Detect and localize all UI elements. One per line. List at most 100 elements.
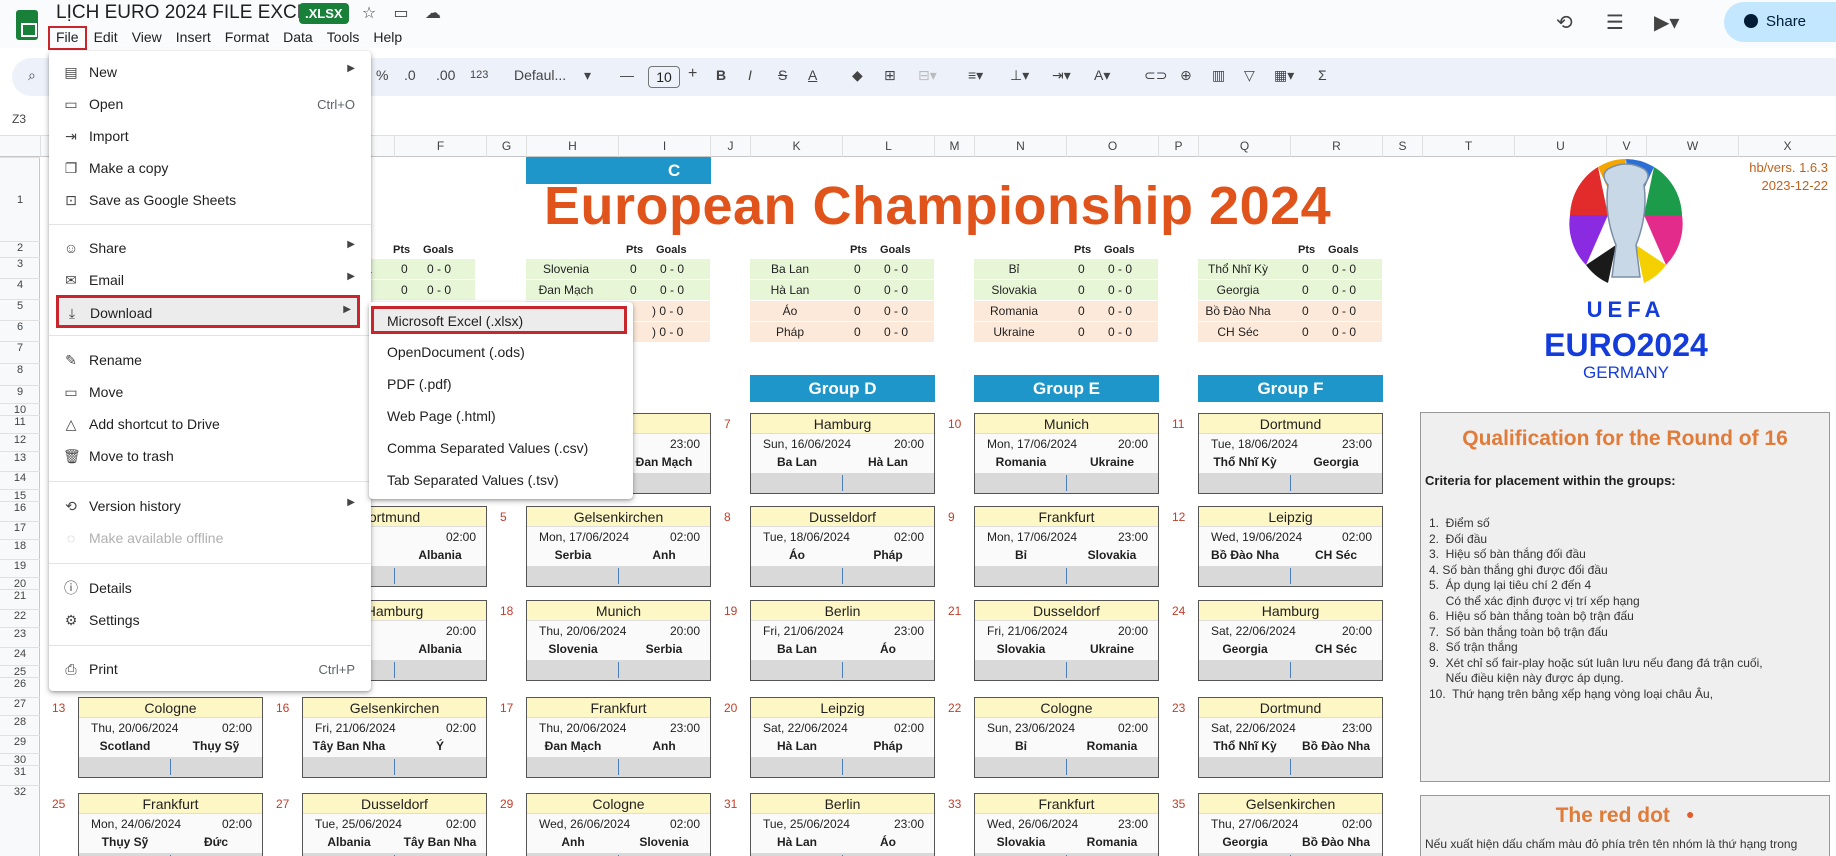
match-card[interactable]: Frankfurt Mon, 24/06/2024 02:00 Thụy Sỹ Đức [78, 793, 263, 856]
row-header[interactable]: 16 [0, 501, 40, 521]
row-header[interactable]: 5 [0, 299, 40, 320]
score-input-row[interactable] [527, 757, 710, 777]
increase-decimal-button[interactable]: .00 [436, 67, 455, 83]
merge-cells-icon[interactable]: ⊟▾ [918, 67, 937, 84]
search-menus-icon[interactable]: ⌕ [28, 67, 36, 84]
name-box[interactable]: Z3 [12, 112, 26, 126]
score-input-row[interactable] [975, 660, 1158, 680]
history-icon[interactable]: ⟲ [1556, 10, 1573, 35]
column-header[interactable]: M [934, 136, 974, 157]
decrease-font-button[interactable]: — [620, 67, 634, 83]
menu-item-print[interactable]: ⎙ Print Ctrl+P [49, 654, 371, 684]
meet-icon[interactable]: ▶▾ [1654, 10, 1679, 35]
score-input-row[interactable] [1199, 473, 1382, 493]
match-card[interactable]: Cologne Thu, 20/06/2024 02:00 Scotland Thụy … [78, 697, 263, 778]
column-header[interactable]: T [1422, 136, 1514, 157]
standings-group-e[interactable]: Pts Goals Bỉ 0 0 - 0 Slovakia 0 0 - 0 Ro… [974, 241, 1158, 343]
match-card[interactable]: Hamburg Sat, 22/06/2024 20:00 Georgia CH Séc [1198, 600, 1383, 681]
column-header[interactable]: Q [1198, 136, 1290, 157]
row-header[interactable]: 20 [0, 577, 40, 590]
score-input-row[interactable] [1199, 566, 1382, 586]
filter-icon[interactable]: ▽ [1244, 67, 1255, 84]
column-header[interactable]: S [1382, 136, 1422, 157]
menu-item-new[interactable]: ▤ New ▶ [49, 57, 371, 87]
row-header[interactable]: 29 [0, 735, 40, 753]
text-color-icon[interactable]: A [808, 67, 817, 83]
match-card[interactable]: Dusseldorf Tue, 25/06/2024 02:00 Albania Tây… [302, 793, 487, 856]
font-size-input[interactable]: 10 [648, 66, 680, 88]
menu-item-download[interactable]: ⤓ Download ▶ [56, 295, 360, 328]
match-card[interactable]: Munich Thu, 20/06/2024 20:00 Slovenia Serbia [526, 600, 711, 681]
download-pdf[interactable]: PDF (.pdf) [369, 369, 633, 399]
row-header[interactable]: 19 [0, 559, 40, 577]
row-header[interactable]: 9 [0, 385, 40, 403]
menu-tools[interactable]: Tools [320, 26, 367, 50]
download-xlsx[interactable]: Microsoft Excel (.xlsx) [371, 306, 627, 334]
bold-icon[interactable]: B [716, 67, 726, 83]
number-format-button[interactable]: 123 [470, 69, 488, 81]
row-header[interactable]: 3 [0, 257, 40, 278]
score-input-row[interactable] [975, 757, 1158, 777]
italic-icon[interactable]: I [748, 67, 752, 83]
menu-item-details[interactable]: ⓘ Details [49, 573, 371, 603]
score-input-row[interactable] [975, 566, 1158, 586]
menu-item-share[interactable]: ☺ Share ▶ [49, 233, 371, 263]
match-card[interactable]: Munich Mon, 17/06/2024 20:00 Romania Ukraine [974, 413, 1159, 494]
column-header[interactable]: F [394, 136, 486, 157]
menu-item-import[interactable]: ⇥ Import [49, 121, 371, 151]
row-header[interactable]: 28 [0, 715, 40, 735]
row-header[interactable]: 13 [0, 451, 40, 471]
group-f-header[interactable]: Group F [1198, 375, 1383, 402]
share-button[interactable]: Share [1724, 2, 1836, 42]
column-header[interactable]: N [974, 136, 1066, 157]
standings-group-d[interactable]: Pts Goals Ba Lan 0 0 - 0 Hà Lan 0 0 - 0 … [750, 241, 934, 343]
row-header[interactable]: 22 [0, 609, 40, 627]
menu-item-save-as-sheets[interactable]: ⊡ Save as Google Sheets [49, 185, 371, 215]
borders-icon[interactable]: ⊞ [884, 67, 896, 84]
match-card[interactable]: Cologne Sun, 23/06/2024 02:00 Bỉ Romania [974, 697, 1159, 778]
match-card[interactable]: Gelsenkirchen Thu, 27/06/2024 02:00 Georgia… [1198, 793, 1383, 856]
match-card[interactable]: Gelsenkirchen Mon, 17/06/2024 02:00 Serbia A… [526, 506, 711, 587]
column-header[interactable]: V [1606, 136, 1646, 157]
column-header[interactable]: W [1646, 136, 1738, 157]
row-header[interactable]: 14 [0, 471, 40, 489]
sheets-logo-icon[interactable] [16, 10, 38, 40]
match-card[interactable]: Frankfurt Wed, 26/06/2024 23:00 Slovakia Rom… [974, 793, 1159, 856]
chevron-down-icon[interactable]: ▾ [584, 67, 591, 84]
menu-item-add-shortcut[interactable]: △ Add shortcut to Drive [49, 409, 371, 439]
insert-chart-icon[interactable]: ▥ [1212, 67, 1225, 84]
download-ods[interactable]: OpenDocument (.ods) [369, 337, 633, 367]
score-input-row[interactable] [1199, 660, 1382, 680]
font-family-select[interactable]: Defaul... [514, 67, 566, 83]
column-header[interactable]: I [618, 136, 710, 157]
menu-item-move[interactable]: ▭ Move [49, 377, 371, 407]
document-title[interactable]: LỊCH EURO 2024 FILE EXCEL [56, 2, 320, 24]
row-header[interactable]: 11 [0, 415, 40, 433]
column-header[interactable]: X [1738, 136, 1836, 157]
menu-file[interactable]: File [48, 26, 87, 50]
column-header[interactable]: O [1066, 136, 1158, 157]
standings-group-a[interactable]: Pts Goals a 0 0 - 0 0 0 - 0 [365, 241, 475, 301]
score-input-row[interactable] [1199, 757, 1382, 777]
score-input-row[interactable] [303, 757, 486, 777]
menu-item-rename[interactable]: ✎ Rename [49, 345, 371, 375]
column-header[interactable]: H [526, 136, 618, 157]
row-header[interactable]: 31 [0, 765, 40, 785]
menu-format[interactable]: Format [218, 26, 276, 50]
match-card[interactable]: Dortmund Tue, 18/06/2024 23:00 Thổ Nhĩ Kỳ Ge… [1198, 413, 1383, 494]
menu-item-version-history[interactable]: ⟲ Version history ▶ [49, 491, 371, 521]
match-card[interactable]: Berlin Tue, 25/06/2024 23:00 Hà Lan Áo [750, 793, 935, 856]
row-header[interactable]: 24 [0, 647, 40, 665]
text-wrap-icon[interactable]: ⇥▾ [1052, 67, 1071, 84]
fill-color-icon[interactable]: ◆ [852, 67, 863, 84]
match-card[interactable]: Leipzig Sat, 22/06/2024 02:00 Hà Lan Pháp [750, 697, 935, 778]
menu-insert[interactable]: Insert [169, 26, 218, 50]
corner-cell[interactable] [40, 136, 48, 157]
version-info[interactable]: hb/vers. 1.6.3 2023-12-22 [1749, 159, 1828, 195]
decrease-decimal-button[interactable]: .0 [404, 67, 416, 83]
star-icon[interactable]: ☆ [358, 3, 380, 23]
row-header[interactable]: 1 [0, 157, 40, 241]
menu-item-email[interactable]: ✉ Email ▶ [49, 265, 371, 295]
filter-views-icon[interactable]: ▦▾ [1274, 67, 1294, 84]
score-input-row[interactable] [751, 473, 934, 493]
